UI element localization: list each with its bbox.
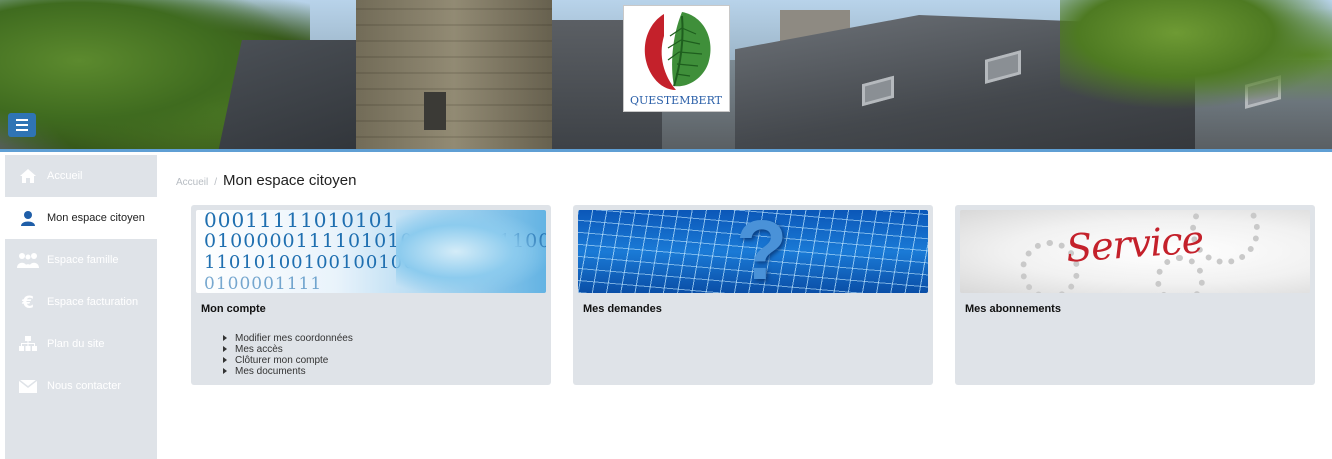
service-gears-image: Service: [960, 210, 1310, 293]
leaf-logo-icon: QUESTEMBERT: [630, 12, 723, 107]
banner-tree-right: [1060, 0, 1332, 110]
sidebar-item-plan-du-site[interactable]: Plan du site: [5, 323, 157, 365]
sitemap-icon: [17, 333, 39, 355]
question-mark-grid-image: ?: [578, 210, 928, 293]
breadcrumb-separator: /: [214, 177, 218, 188]
link-mes-documents[interactable]: Mes documents: [235, 366, 306, 377]
face-overlay: [396, 210, 546, 293]
sidebar-item-label: Espace famille: [47, 254, 119, 266]
sidebar-item-label: Espace facturation: [47, 296, 139, 308]
sidebar-item-nous-contacter[interactable]: Nous contacter: [5, 365, 157, 407]
card-title: Mes demandes: [583, 303, 662, 315]
binary-text: 00011111010101: [204, 210, 397, 232]
link-mes-acces[interactable]: Mes accès: [235, 344, 283, 355]
card-title: Mon compte: [201, 303, 266, 315]
binary-text: 0100001111: [204, 274, 323, 293]
sidebar-item-mon-espace-citoyen[interactable]: Mon espace citoyen: [5, 197, 157, 239]
hamburger-icon: [16, 124, 28, 126]
banner-stone-tower: [356, 0, 552, 149]
header-banner: QUESTEMBERT: [0, 0, 1332, 152]
sidebar-item-label: Accueil: [47, 170, 83, 182]
sidebar-item-accueil[interactable]: Accueil: [5, 155, 157, 197]
link-modifier-coordonnees[interactable]: Modifier mes coordonnées: [235, 333, 353, 344]
banner-tower-window: [424, 92, 446, 130]
sidebar-item-espace-famille[interactable]: Espace famille: [5, 239, 157, 281]
hamburger-icon: [16, 119, 28, 121]
svg-text:€: €: [21, 294, 34, 310]
sidebar-item-espace-facturation[interactable]: € Espace facturation: [5, 281, 157, 323]
list-item: Mes accès: [223, 344, 546, 355]
card-title: Mes abonnements: [965, 303, 1061, 315]
hamburger-icon: [16, 129, 28, 131]
list-item: Clôturer mon compte: [223, 355, 546, 366]
link-cloturer-compte[interactable]: Clôturer mon compte: [235, 355, 328, 366]
sidebar-nav: Accueil Mon espace citoyen Espace famill…: [5, 155, 157, 459]
card-mon-compte[interactable]: 00011111010101 0100000111101010100 01011…: [191, 205, 551, 385]
logo-text: QUESTEMBERT: [630, 94, 723, 107]
home-icon: [17, 165, 39, 187]
sidebar-item-label: Mon espace citoyen: [47, 212, 145, 224]
envelope-icon: [17, 375, 39, 397]
family-icon: [17, 249, 39, 271]
list-item: Modifier mes coordonnées: [223, 333, 546, 344]
question-mark-icon: ?: [736, 210, 788, 293]
page-title: Mon espace citoyen: [223, 172, 357, 189]
user-icon: [17, 207, 39, 229]
euro-icon: €: [17, 291, 39, 313]
breadcrumb-home-link[interactable]: Accueil: [176, 177, 208, 188]
sidebar-item-label: Plan du site: [47, 338, 105, 350]
list-item: Mes documents: [223, 366, 546, 377]
breadcrumb: Accueil / Mon espace citoyen: [176, 172, 356, 189]
card-link-list: Modifier mes coordonnées Mes accès Clôtu…: [223, 333, 546, 377]
card-mes-abonnements[interactable]: Service Mes abonnements: [955, 205, 1315, 385]
menu-toggle-button[interactable]: [8, 113, 36, 137]
binary-code-image: 00011111010101 0100000111101010100 01011…: [196, 210, 546, 293]
sidebar-item-label: Nous contacter: [47, 380, 121, 392]
site-logo[interactable]: QUESTEMBERT: [623, 5, 730, 112]
card-mes-demandes[interactable]: ? Mes demandes: [573, 205, 933, 385]
